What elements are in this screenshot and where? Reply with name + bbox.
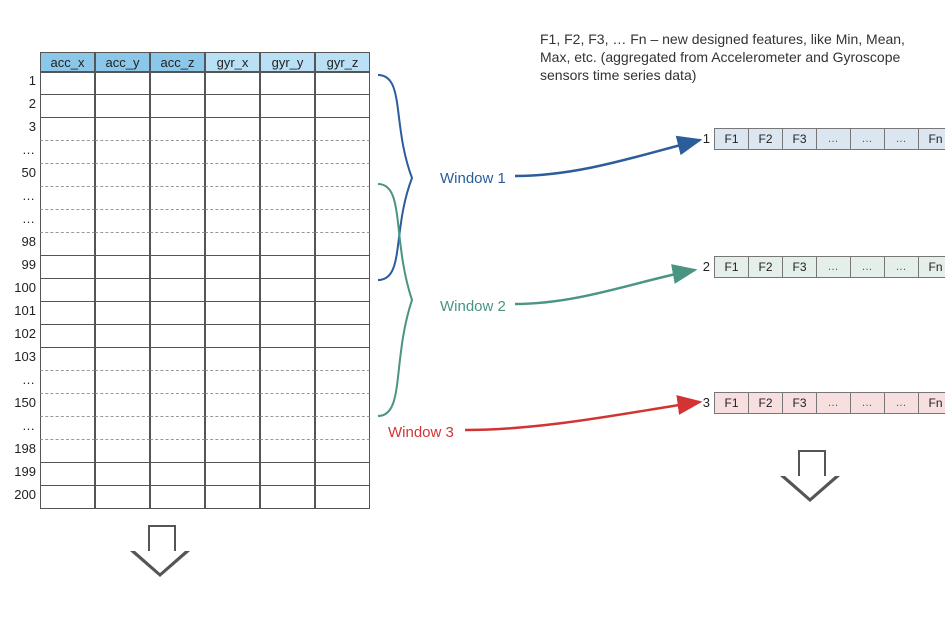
brace-window-1 <box>378 75 412 280</box>
feature-row-label: 3 <box>692 392 714 414</box>
feature-cell: … <box>884 128 919 150</box>
window-1-label: Window 1 <box>440 170 506 187</box>
row-label: 200 <box>8 486 36 509</box>
feature-row-label: 1 <box>692 128 714 150</box>
feature-cell: F2 <box>748 392 783 414</box>
down-arrow-icon <box>780 450 840 510</box>
row-label: 103 <box>8 348 36 371</box>
col-gyr-z: gyr_z <box>315 52 370 72</box>
row-label: 100 <box>8 279 36 302</box>
row-labels: 123…50……9899100101102103…150…198199200 <box>8 72 36 509</box>
feature-cell: F3 <box>782 128 817 150</box>
feature-cell: F2 <box>748 256 783 278</box>
feature-cell: … <box>816 128 851 150</box>
feature-row-label: 2 <box>692 256 714 278</box>
window-3-label: Window 3 <box>388 424 454 441</box>
col-acc-x: acc_x <box>40 52 95 72</box>
row-label: 101 <box>8 302 36 325</box>
arrow-window-3 <box>465 402 700 430</box>
table-header: acc_x acc_y acc_z gyr_x gyr_y gyr_z <box>40 52 370 72</box>
feature-cell: F3 <box>782 256 817 278</box>
feature-cell: Fn <box>918 392 945 414</box>
window-2-label: Window 2 <box>440 298 506 315</box>
row-label: 50 <box>8 164 36 187</box>
feature-row-1: 1 F1F2F3………Fn <box>692 128 945 150</box>
row-label: … <box>8 210 36 233</box>
arrow-window-1 <box>515 140 700 176</box>
feature-cell: … <box>816 392 851 414</box>
row-label: 199 <box>8 463 36 486</box>
col-acc-y: acc_y <box>95 52 150 72</box>
feature-cell: … <box>850 392 885 414</box>
feature-cell: … <box>850 256 885 278</box>
row-label: 102 <box>8 325 36 348</box>
feature-cell: … <box>816 256 851 278</box>
feature-cell: F3 <box>782 392 817 414</box>
row-label: 150 <box>8 394 36 417</box>
col-acc-z: acc_z <box>150 52 205 72</box>
row-label: … <box>8 141 36 164</box>
feature-cell: Fn <box>918 128 945 150</box>
feature-cell: … <box>884 256 919 278</box>
row-label: 98 <box>8 233 36 256</box>
sensor-table: acc_x acc_y acc_z gyr_x gyr_y gyr_z <box>40 52 370 509</box>
feature-cell: F1 <box>714 256 749 278</box>
row-label: 99 <box>8 256 36 279</box>
feature-cell: F1 <box>714 392 749 414</box>
col-gyr-x: gyr_x <box>205 52 260 72</box>
feature-cell: F2 <box>748 128 783 150</box>
row-label: … <box>8 187 36 210</box>
row-label: 1 <box>8 72 36 95</box>
row-label: … <box>8 417 36 440</box>
row-label: 198 <box>8 440 36 463</box>
row-label: … <box>8 371 36 394</box>
brace-window-2 <box>378 184 412 416</box>
arrow-window-2 <box>515 270 695 304</box>
feature-cell: … <box>884 392 919 414</box>
feature-row-2: 2 F1F2F3………Fn <box>692 256 945 278</box>
feature-cell: F1 <box>714 128 749 150</box>
row-label: 3 <box>8 118 36 141</box>
feature-cell: Fn <box>918 256 945 278</box>
down-arrow-icon <box>130 525 190 585</box>
row-label: 2 <box>8 95 36 118</box>
feature-row-3: 3 F1F2F3………Fn <box>692 392 945 414</box>
feature-cell: … <box>850 128 885 150</box>
col-gyr-y: gyr_y <box>260 52 315 72</box>
description-text: F1, F2, F3, … Fn – new designed features… <box>540 30 915 84</box>
